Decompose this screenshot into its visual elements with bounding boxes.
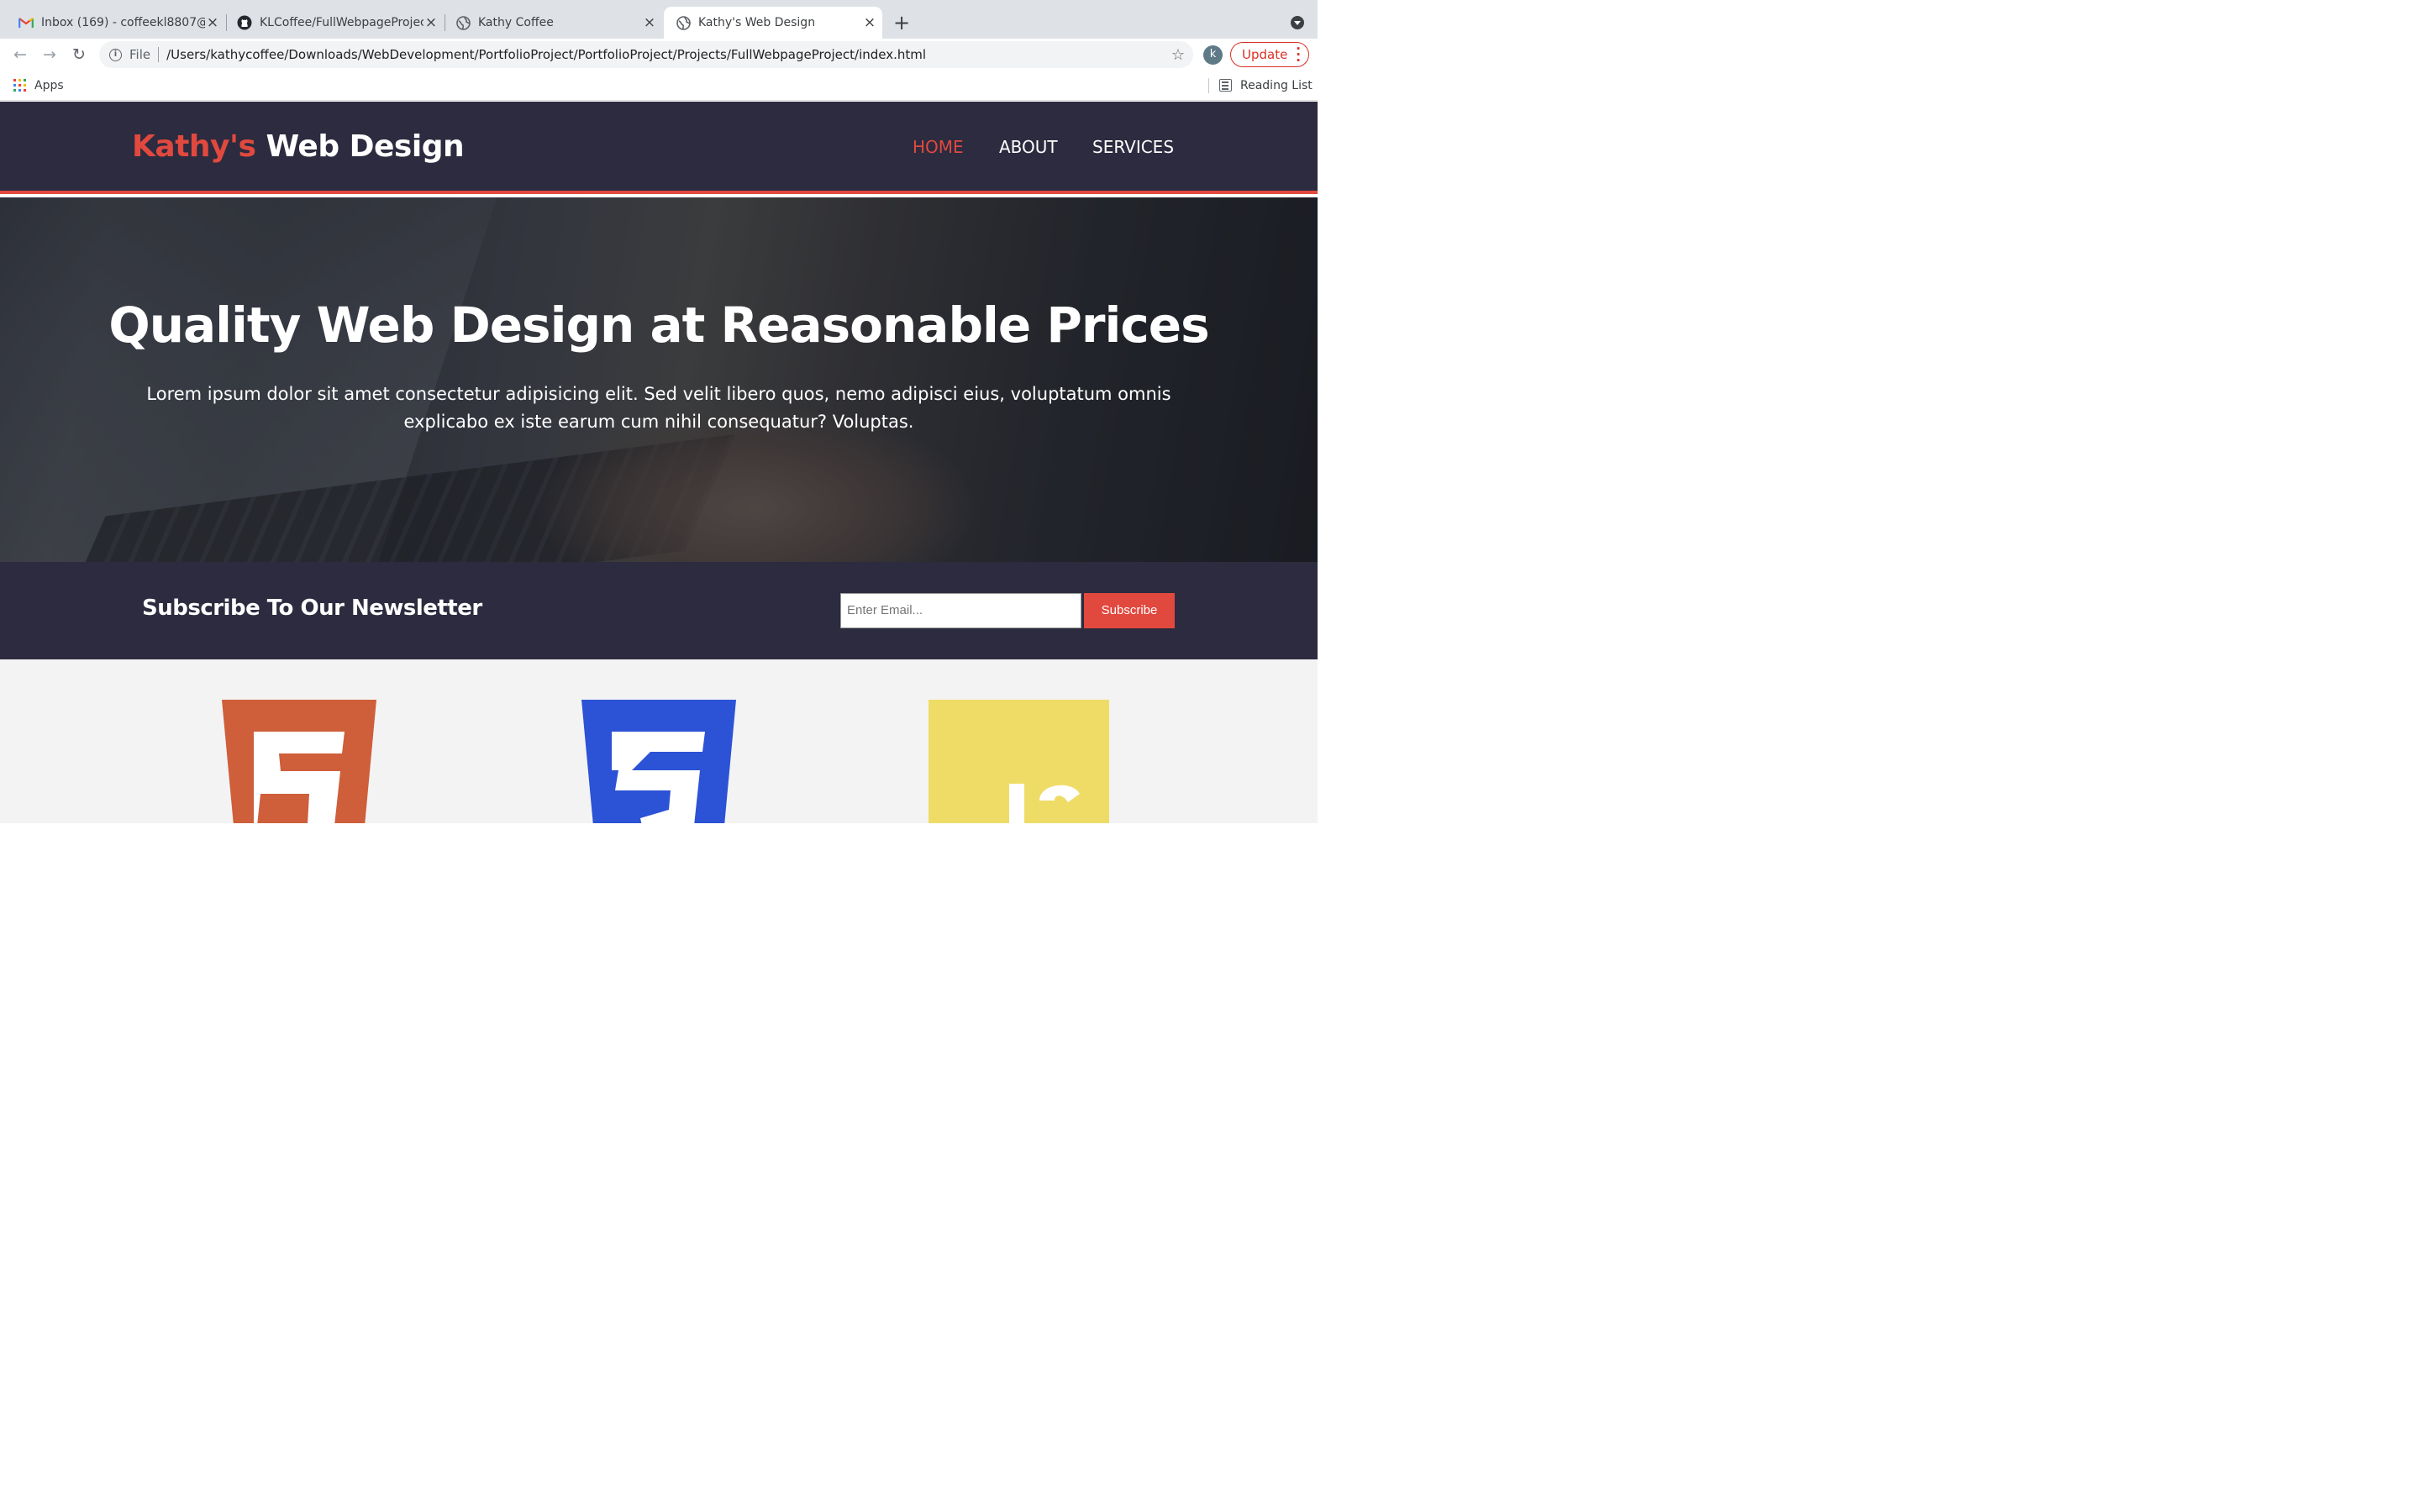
tab-divider [226,14,227,31]
hero-overlay [0,197,1318,562]
subscribe-button[interactable]: Subscribe [1084,593,1175,628]
bookmarks-bar: Apps Reading List [0,71,1318,101]
tab-kathy-coffee[interactable]: Kathy Coffee × [447,7,657,39]
url-text[interactable]: /Users/kathycoffee/Downloads/WebDevelopm… [166,47,926,62]
hero-title: Quality Web Design at Reasonable Prices [108,297,1209,354]
reading-list-icon[interactable] [1219,79,1232,92]
more-menu-icon[interactable]: · · · [1296,43,1301,67]
bookmark-star-icon[interactable]: ☆ [1171,46,1185,64]
tech-logos-section [0,659,1318,823]
nav-home[interactable]: HOME [913,137,964,157]
site-header: Kathy's Web Design HOME ABOUT SERVICES [0,102,1318,194]
close-icon[interactable]: × [205,14,220,31]
close-icon[interactable]: × [424,14,439,31]
html5-logo [222,700,376,823]
newsletter-title: Subscribe To Our Newsletter [142,596,482,621]
nav-services[interactable]: SERVICES [1092,137,1174,157]
browser-toolbar: ← → ↻ i File /Users/kathycoffee/Download… [0,39,1318,71]
tab-strip: Inbox (169) - coffeekl8807@gm × KLCoffee… [0,0,1318,39]
tab-title: KLCoffee/FullWebpageProject [260,16,424,29]
new-tab-button[interactable]: + [893,11,910,34]
nav-about[interactable]: ABOUT [999,137,1058,157]
update-label: Update [1242,47,1288,62]
close-icon[interactable]: × [642,14,657,31]
globe-icon [676,15,691,30]
javascript-logo [929,700,1109,823]
tab-github[interactable]: KLCoffee/FullWebpageProject × [229,7,439,39]
site-logo[interactable]: Kathy's Web Design [132,129,465,164]
github-icon [237,15,252,30]
tab-title: Kathy's Web Design [698,16,816,29]
profile-avatar[interactable]: k [1203,45,1223,65]
css3-logo [581,700,736,823]
hero-text: Lorem ipsum dolor sit amet consectetur a… [146,384,1171,432]
email-input[interactable]: Enter Email... [840,593,1081,628]
globe-icon [455,15,471,30]
omnibox-divider [158,47,160,62]
forward-icon[interactable]: → [40,45,59,64]
logo-accent: Kathy's [132,129,256,164]
tab-search-icon[interactable] [1291,16,1304,29]
bookmarks-divider [1208,78,1209,93]
logo-text: Web Design [255,129,465,164]
tab-title: Inbox (169) - coffeekl8807@gm [41,16,205,29]
tab-title: Kathy Coffee [478,16,554,29]
url-scheme: File [129,47,151,62]
hero-section: Quality Web Design at Reasonable Prices … [0,197,1318,562]
update-button[interactable]: Update · · · [1230,42,1309,67]
newsletter-section: Subscribe To Our Newsletter Enter Email.… [0,562,1318,659]
back-icon[interactable]: ← [11,45,29,64]
apps-link[interactable]: Apps [34,79,64,92]
tab-kathys-web-design[interactable]: Kathy's Web Design × [664,7,882,39]
apps-grid-icon[interactable] [13,79,26,92]
reload-icon[interactable]: ↻ [70,45,88,64]
address-bar[interactable]: i File /Users/kathycoffee/Downloads/WebD… [99,41,1193,68]
gmail-icon [18,15,34,30]
reading-list-button[interactable]: Reading List [1240,79,1313,92]
close-icon[interactable]: × [862,14,877,31]
tab-gmail[interactable]: Inbox (169) - coffeekl8807@gm × [10,7,220,39]
info-icon[interactable]: i [109,48,122,61]
